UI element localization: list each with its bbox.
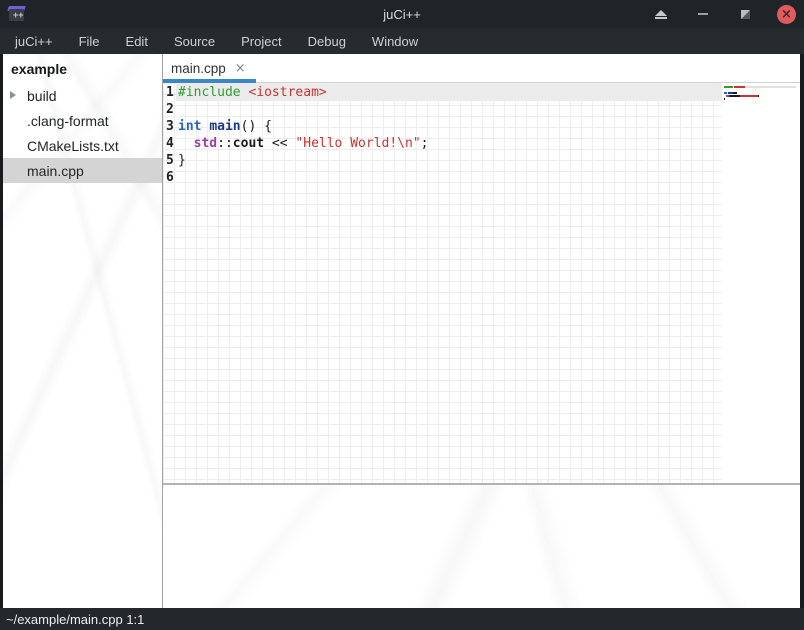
- minimap-line: [724, 89, 796, 91]
- code-token-plain: ;: [421, 136, 429, 151]
- menubar: juCi++FileEditSourceProjectDebugWindow: [0, 28, 804, 54]
- menu-item-edit[interactable]: Edit: [113, 30, 161, 53]
- minimize-icon: [698, 13, 708, 15]
- line-number: 1: [163, 84, 176, 101]
- line-content: [176, 169, 722, 186]
- panel-texture: [163, 485, 800, 608]
- tabbar: main.cpp ×: [163, 54, 800, 83]
- minimap-line: [724, 92, 796, 94]
- minimap-line: [724, 95, 796, 97]
- minimap-segment: [724, 98, 725, 100]
- tree-item-build[interactable]: build: [3, 83, 162, 108]
- code-token-plain: <<: [264, 136, 295, 151]
- minimap-segment: [740, 95, 758, 97]
- shade-button[interactable]: [651, 4, 671, 24]
- minimap-segment: [734, 86, 745, 88]
- code-token-bold: cout: [233, 136, 264, 151]
- code-line-3: 3int main() {: [163, 118, 722, 135]
- minimap-segment: [758, 95, 759, 97]
- titlebar: ++ juCi++ ×: [0, 0, 804, 28]
- line-number: 2: [163, 101, 176, 118]
- tree-item-label: build: [27, 88, 57, 104]
- tab-label: main.cpp: [171, 61, 226, 76]
- menu-item-window[interactable]: Window: [359, 30, 431, 53]
- terminal-panel[interactable]: [163, 485, 800, 608]
- main-area: example build .clang-format CMakeLists.txt…: [0, 54, 804, 608]
- window-controls: ×: [651, 0, 796, 28]
- tree-item-label: main.cpp: [27, 163, 84, 179]
- minimap-line: [724, 98, 796, 100]
- code-editor[interactable]: 1#include <iostream>23int main() {4 std:…: [163, 83, 722, 483]
- maximize-button[interactable]: [735, 4, 755, 24]
- minimap-segment: [724, 86, 733, 88]
- menu-item-source[interactable]: Source: [161, 30, 228, 53]
- file-tree-sidebar[interactable]: example build .clang-format CMakeLists.txt…: [3, 54, 162, 608]
- expander-icon[interactable]: [10, 91, 16, 99]
- code-token-preproc: #include: [178, 85, 241, 100]
- minimap[interactable]: [722, 83, 800, 483]
- line-number: 4: [163, 135, 176, 152]
- tab-main-cpp[interactable]: main.cpp ×: [163, 54, 256, 82]
- line-content: std::cout << "Hello World!\n";: [176, 135, 722, 152]
- line-content: }: [176, 152, 722, 169]
- code-token-plain: ::: [217, 136, 233, 151]
- line-number: 6: [163, 169, 176, 186]
- minimize-button[interactable]: [693, 4, 713, 24]
- minimap-line: [724, 86, 796, 88]
- code-token-plain: }: [178, 153, 186, 168]
- tree-item-label: .clang-format: [27, 113, 109, 129]
- code-line-4: 4 std::cout << "Hello World!\n";: [163, 135, 722, 152]
- line-number: 5: [163, 152, 176, 169]
- code-token-string: "Hello World!\n": [295, 136, 420, 151]
- menu-item-file[interactable]: File: [66, 30, 113, 53]
- menu-item-project[interactable]: Project: [228, 30, 294, 53]
- maximize-icon: [741, 10, 750, 19]
- status-file-position: ~/example/main.cpp 1:1: [6, 612, 144, 627]
- statusbar: ~/example/main.cpp 1:1: [0, 608, 804, 630]
- code-token-type: int: [178, 119, 201, 134]
- tree-item-label: CMakeLists.txt: [27, 138, 119, 154]
- tree-item-cmakelists-txt[interactable]: CMakeLists.txt: [3, 133, 162, 158]
- tab-close-icon[interactable]: ×: [235, 61, 246, 76]
- app-logo-icon: ++: [8, 6, 26, 22]
- app-window: ++ juCi++ × juCi++FileEditSourceProjectD…: [0, 0, 804, 630]
- tree-item--clang-format[interactable]: .clang-format: [3, 108, 162, 133]
- close-icon: ×: [781, 8, 792, 21]
- code-line-2: 2: [163, 101, 722, 118]
- close-button[interactable]: ×: [777, 5, 796, 24]
- code-token-header: <iostream>: [248, 85, 326, 100]
- minimap-segment: [733, 92, 737, 94]
- editor-pane: main.cpp× 1#include <iostream>23int main…: [163, 54, 800, 608]
- code-token-namespace: std: [194, 136, 217, 151]
- code-token-plain: () {: [241, 119, 272, 134]
- minimap-line: [724, 101, 796, 103]
- line-content: [176, 101, 722, 118]
- code-line-5: 5}: [163, 152, 722, 169]
- line-content: #include <iostream>: [176, 84, 722, 101]
- shade-icon: [655, 10, 667, 19]
- code-line-6: 6: [163, 169, 722, 186]
- editor: 1#include <iostream>23int main() {4 std:…: [163, 83, 800, 483]
- line-content: int main() {: [176, 118, 722, 135]
- line-number: 3: [163, 118, 176, 135]
- menu-item-juci[interactable]: juCi++: [2, 30, 66, 53]
- code-token-function: main: [209, 119, 240, 134]
- project-name: example: [3, 54, 162, 83]
- menu-item-debug[interactable]: Debug: [295, 30, 359, 53]
- code-token-plain: [178, 136, 194, 151]
- code-line-1: 1#include <iostream>: [163, 84, 722, 101]
- tree-item-main-cpp[interactable]: main.cpp: [3, 158, 162, 183]
